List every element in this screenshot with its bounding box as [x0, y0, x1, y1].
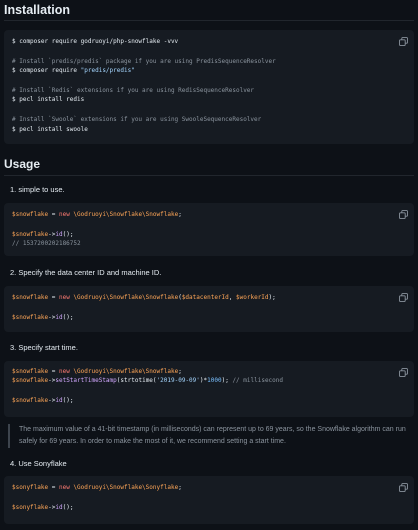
code-line: $snowflake = new \Godruoyi\Snowflake\Sno…: [12, 211, 182, 218]
code-line: $ pecl install redis: [12, 96, 85, 103]
code-line: $snowflake->id();: [12, 231, 74, 238]
copy-icon: [399, 37, 408, 46]
step-2-code-block: $snowflake = new \Godruoyi\Snowflake\Sno…: [4, 286, 414, 332]
code-line: $snowflake = new \Godruoyi\Snowflake\Sno…: [12, 368, 182, 375]
code-line: $sonyflake = new \Godruoyi\Snowflake\Son…: [12, 484, 182, 491]
copy-icon: [399, 293, 408, 302]
step-3-label: 3. Specify start time.: [10, 343, 78, 352]
code-line: $ composer require "predis/predis": [12, 67, 135, 74]
code-line: $sonyflake->id();: [12, 504, 74, 511]
code-line: $ pecl install swoole: [12, 126, 88, 133]
step-3-code-block: $snowflake = new \Godruoyi\Snowflake\Sno…: [4, 361, 414, 417]
usage-divider: [4, 175, 414, 176]
installation-heading: Installation: [4, 3, 70, 17]
copy-button[interactable]: [399, 293, 408, 302]
usage-heading: Usage: [4, 157, 41, 171]
copy-button[interactable]: [399, 483, 408, 492]
installation-divider: [4, 20, 414, 21]
copy-button[interactable]: [399, 210, 408, 219]
copy-icon: [399, 210, 408, 219]
code-line: $snowflake->id();: [12, 397, 74, 404]
copy-button[interactable]: [399, 37, 408, 46]
copy-icon: [399, 368, 408, 377]
code-comment: # Install `predis/predis` package if you…: [12, 58, 276, 65]
copy-icon: [399, 483, 408, 492]
code-comment: # Install `Swoole` extensions if you are…: [12, 116, 262, 123]
step-1-label: 1. simple to use.: [10, 185, 65, 194]
start-time-note: The maximum value of a 41-bit timestamp …: [8, 424, 408, 448]
code-comment: # Install `Redis` extensions if you are …: [12, 87, 255, 94]
installation-code-block: $ composer require godruoyi/php-snowflak…: [4, 30, 414, 144]
code-line: $snowflake = new \Godruoyi\Snowflake\Sno…: [12, 294, 276, 301]
code-line: $snowflake->id();: [12, 314, 74, 321]
step-2-label: 2. Specify the data center ID and machin…: [10, 268, 162, 277]
copy-button[interactable]: [399, 368, 408, 377]
code-line: $snowflake->setStartTimeStamp(strtotime(…: [12, 377, 284, 384]
step-4-code-block: $sonyflake = new \Godruoyi\Snowflake\Son…: [4, 476, 414, 524]
code-line: $ composer require godruoyi/php-snowflak…: [12, 38, 179, 45]
step-4-label: 4. Use Sonyflake: [10, 459, 67, 468]
step-1-code-block: $snowflake = new \Godruoyi\Snowflake\Sno…: [4, 203, 414, 256]
code-comment: // 1537200202186752: [12, 240, 81, 247]
